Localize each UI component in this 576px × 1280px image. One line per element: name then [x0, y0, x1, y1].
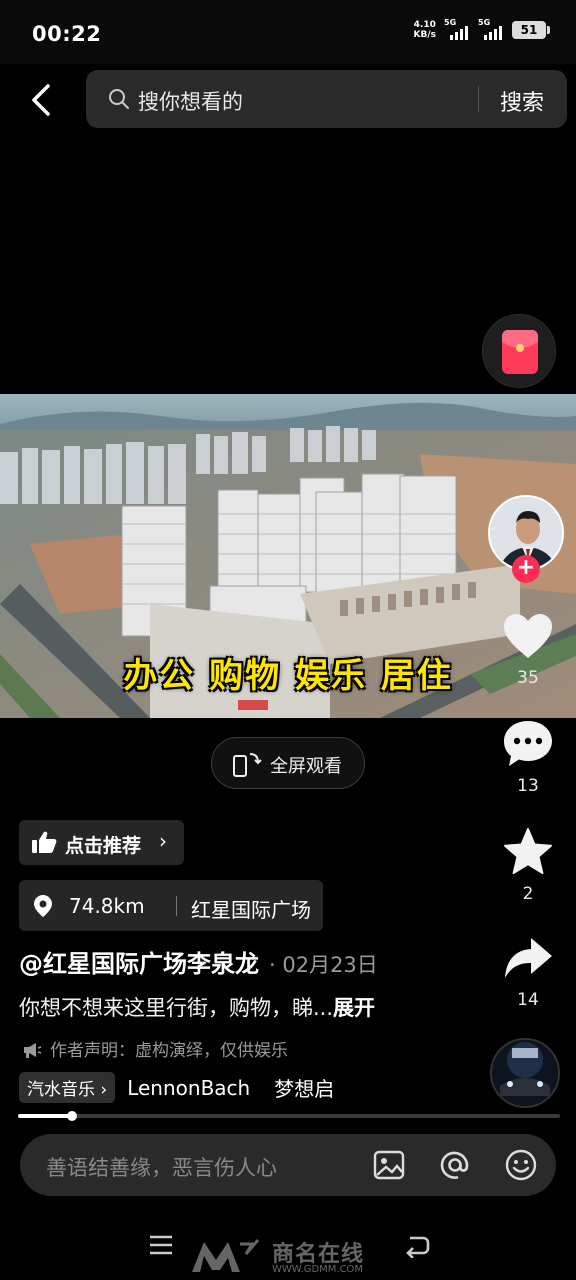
location-button[interactable]: 74.8km 红星国际广场: [19, 880, 323, 931]
comment-count: 13: [517, 776, 539, 796]
chevron-right-icon: ›: [159, 829, 167, 853]
like-count: 35: [517, 668, 539, 688]
status-icons: 4.10 KB/s 5G 5G 51: [413, 18, 550, 40]
search-divider: [478, 86, 479, 112]
follow-button[interactable]: +: [512, 555, 540, 583]
back-arrow-icon: [32, 84, 50, 116]
comment-bubble-icon: [504, 721, 552, 766]
watermark-logo-icon: [192, 1239, 260, 1272]
music-source-tag[interactable]: 汽水音乐 ›: [19, 1072, 116, 1103]
author-disclaimer: 作者声明：虚构演绎，仅供娱乐: [22, 1036, 288, 1061]
watermark-url: WWW.GDMM.COM: [272, 1264, 364, 1275]
fullscreen-label: 全屏观看: [270, 756, 342, 777]
recommend-label: 点击推荐: [65, 835, 142, 857]
heart-icon: [504, 614, 552, 658]
location-distance: 74.8km: [69, 894, 145, 918]
back-gesture-icon[interactable]: [404, 1234, 430, 1258]
battery-icon: 51: [512, 21, 550, 39]
post-date: · 02月23日: [269, 953, 378, 977]
recommend-button[interactable]: 点击推荐 ›: [19, 820, 184, 865]
image-icon[interactable]: [372, 1148, 406, 1182]
red-envelope-icon: [502, 330, 538, 374]
author-avatar-button[interactable]: +: [488, 495, 566, 583]
progress-handle[interactable]: [67, 1111, 78, 1121]
post-description: 你想不想来这里行街，购物，睇...展开: [19, 992, 375, 1022]
search-input[interactable]: 搜你想看的: [138, 86, 243, 116]
signal-icon: 5G: [478, 18, 504, 40]
music-title: 梦想启: [274, 1077, 335, 1101]
menu-icon[interactable]: [148, 1234, 174, 1256]
rotate-screen-icon: [233, 753, 262, 777]
music-row[interactable]: 汽水音乐 › LennonBach 梦想启: [19, 1072, 334, 1104]
comment-input[interactable]: 善语结善缘，恶言伤人心: [46, 1152, 277, 1182]
author-name[interactable]: @红星国际广场李泉龙: [19, 950, 259, 978]
music-disc-button[interactable]: [490, 1038, 560, 1108]
expand-link[interactable]: 展开: [333, 996, 375, 1020]
megaphone-icon: [24, 1043, 42, 1058]
music-cover-icon: [492, 1040, 558, 1106]
emoji-icon[interactable]: [504, 1148, 538, 1182]
share-button[interactable]: 14: [488, 934, 568, 1010]
like-button[interactable]: 35: [488, 612, 568, 688]
thumbs-up-icon: [32, 831, 57, 853]
video-progress-bar[interactable]: [18, 1111, 560, 1121]
description-text: 你想不想来这里行街，购物，睇...: [19, 996, 334, 1020]
search-icon: [109, 89, 129, 109]
music-artist: LennonBach: [127, 1075, 251, 1100]
search-bar[interactable]: 搜你想看的 搜索: [86, 70, 567, 128]
favorite-button[interactable]: 2: [488, 826, 568, 904]
status-bar: 00:22 4.10 KB/s 5G 5G 51: [0, 0, 576, 64]
watermark: 商名在线 WWW.GDMM.COM: [190, 1236, 400, 1276]
search-button[interactable]: 搜索: [500, 85, 544, 117]
comment-input-bar[interactable]: 善语结善缘，恶言伤人心: [20, 1134, 556, 1196]
mention-icon[interactable]: [438, 1148, 472, 1182]
back-button[interactable]: [22, 80, 62, 120]
star-icon: [504, 828, 552, 874]
location-pin-icon: [34, 895, 52, 917]
red-packet-button[interactable]: [482, 314, 556, 388]
network-speed: 4.10 KB/s: [413, 20, 436, 40]
location-divider: [176, 896, 177, 916]
author-row: @红星国际广场李泉龙 · 02月23日: [19, 944, 489, 980]
fullscreen-button[interactable]: 全屏观看: [211, 737, 365, 789]
status-time: 00:22: [32, 22, 102, 46]
favorite-count: 2: [522, 884, 534, 904]
signal-icon: 5G: [444, 18, 470, 40]
share-arrow-icon: [505, 938, 552, 978]
comment-button[interactable]: 13: [488, 718, 568, 796]
location-name: 红星国际广场: [191, 898, 311, 922]
progress-fill: [18, 1114, 73, 1118]
share-count: 14: [517, 990, 539, 1010]
